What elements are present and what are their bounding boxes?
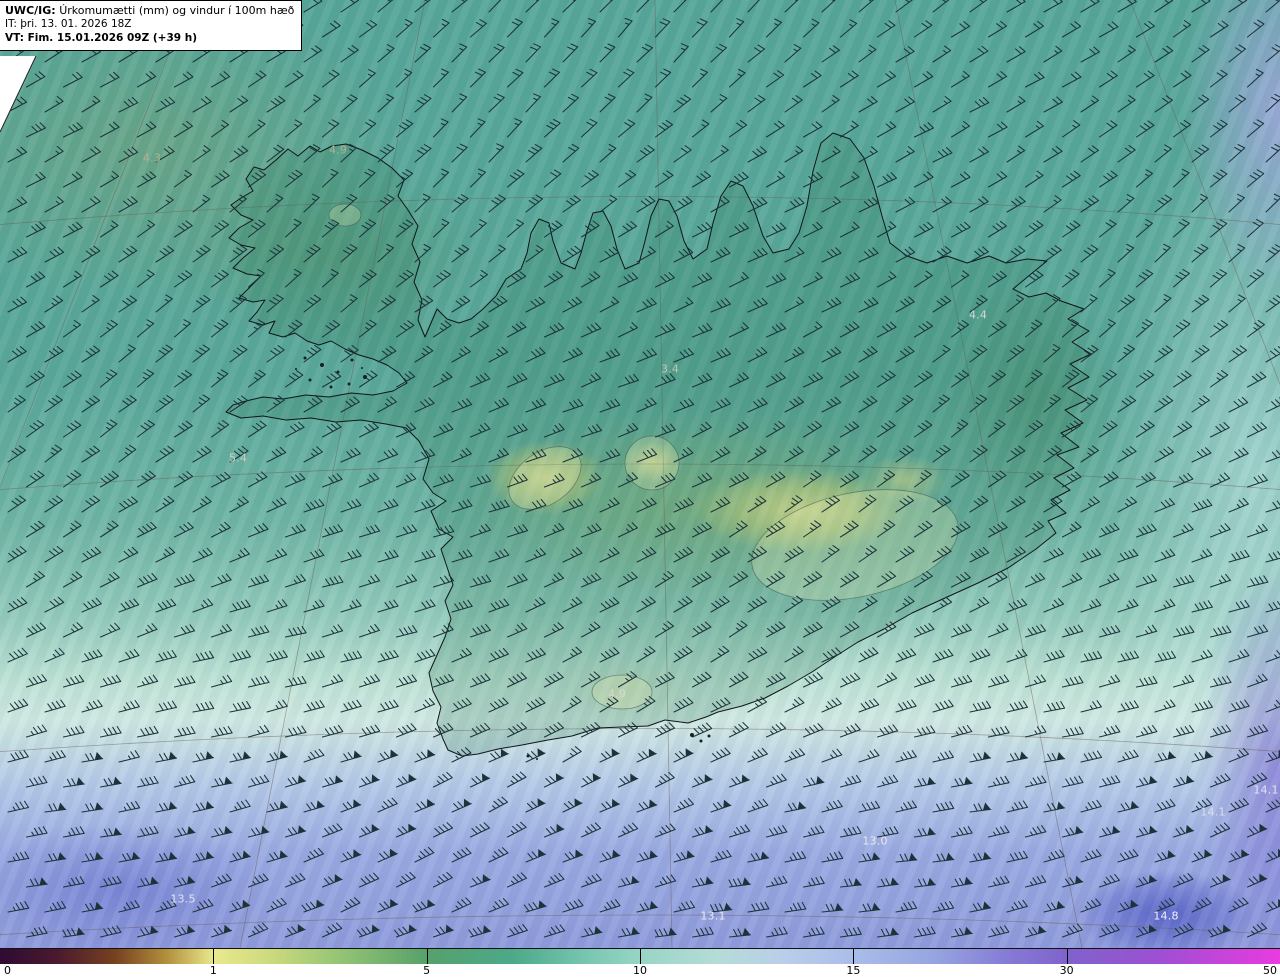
map-title: Úrkomumætti (mm) og vindur í 100m hæð bbox=[59, 4, 295, 17]
colorbar: 0 1 5 10 15 30 50 bbox=[0, 948, 1280, 978]
colorbar-tick bbox=[853, 949, 855, 964]
glacier-myrdalsjokull bbox=[591, 674, 653, 710]
init-time: IT: þri. 13. 01. 2026 18Z bbox=[5, 18, 132, 31]
valid-time: VT: Fim. 15.01.2026 09Z (+39 h) bbox=[5, 31, 198, 44]
graticule-line bbox=[1129, 0, 1280, 386]
colorbar-gradient-strip bbox=[0, 948, 1280, 964]
legend-box: UWC/IG: Úrkomumætti (mm) og vindur í 100… bbox=[0, 0, 303, 51]
glacier-drangajokull bbox=[328, 203, 362, 227]
graticule-line bbox=[0, 0, 191, 488]
legend-title-line: UWC/IG: Úrkomumætti (mm) og vindur í 100… bbox=[5, 4, 294, 18]
colorbar-tick-label: 5 bbox=[423, 964, 431, 977]
colorbar-tick-label: 0 bbox=[4, 964, 11, 977]
graticule-line bbox=[0, 728, 1280, 753]
graticule-line bbox=[239, 0, 426, 948]
colorbar-tick bbox=[640, 949, 641, 964]
colorbar-tick-label: 1 bbox=[209, 964, 217, 977]
colorbar-tick bbox=[213, 949, 215, 964]
map-overlay bbox=[0, 0, 1280, 948]
glacier-hofsjokull bbox=[624, 435, 680, 491]
product-code: UWC/IG: bbox=[5, 4, 56, 17]
weather-map-page: 4.3 4.9 5.4 3.4 4.4 4.9 13.0 13.5 13.1 14.8 14.1 14… bbox=[0, 0, 1280, 978]
colorbar-tick bbox=[426, 949, 428, 964]
colorbar-tick-label: 15 bbox=[846, 964, 861, 977]
colorbar-labels: 0 1 5 10 15 30 50 bbox=[0, 964, 1280, 978]
colorbar-tick-label: 50 bbox=[1263, 964, 1277, 977]
colorbar-tick-label: 30 bbox=[1059, 964, 1074, 977]
colorbar-tick bbox=[1066, 949, 1068, 964]
colorbar-tick-label: 10 bbox=[633, 964, 647, 977]
domain-border-corner bbox=[0, 55, 37, 133]
